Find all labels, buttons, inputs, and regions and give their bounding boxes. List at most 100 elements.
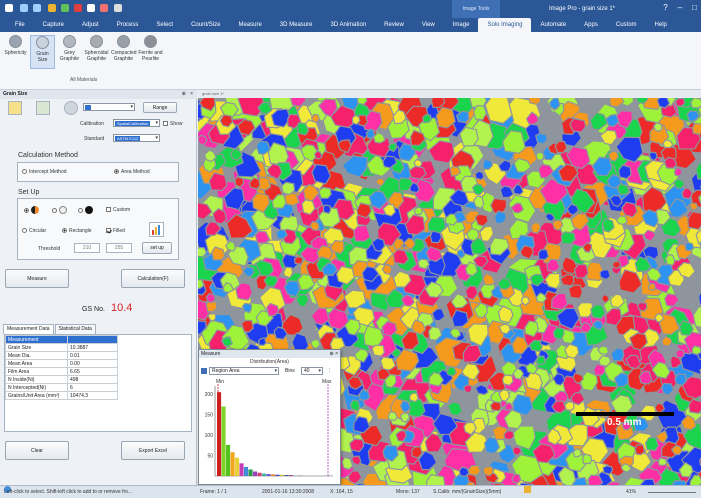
filled-checkbox[interactable]: Filled xyxy=(106,228,125,234)
grey-graphite-icon xyxy=(63,35,76,48)
table-row[interactable]: Mean Area 0.00 xyxy=(5,359,118,368)
save-icon[interactable] xyxy=(61,4,69,12)
bg-black-radio[interactable] xyxy=(78,206,93,214)
setup-button[interactable]: set up xyxy=(142,242,172,254)
custom-checkbox[interactable]: Custom xyxy=(106,207,130,213)
preset-dropdown[interactable]: ▾ xyxy=(83,103,135,111)
ribbon-tab-image[interactable]: Image xyxy=(444,18,479,32)
open-icon[interactable] xyxy=(48,4,56,12)
options-icon[interactable]: ⋮ xyxy=(327,368,332,374)
y-tick-label: 150 xyxy=(205,413,214,419)
ribbon-tab-custom[interactable]: Custom xyxy=(607,18,646,32)
histogram-bar xyxy=(289,475,294,476)
export-excel-button[interactable]: Export Excel xyxy=(121,441,185,460)
ribbon-tab-select[interactable]: Select xyxy=(147,18,182,32)
standard-dropdown[interactable]: ASTM E112 ▾ xyxy=(113,134,160,142)
close-panel-icon[interactable]: × xyxy=(190,91,193,97)
minimize-icon[interactable]: – xyxy=(678,3,682,12)
ribbon-tab-solo-imaging[interactable]: Solo Imaging xyxy=(478,18,532,32)
bins-dropdown[interactable]: 40 ▾ xyxy=(301,367,323,375)
min-label: Min xyxy=(216,379,224,385)
ribbon-tabs: File Capture Adjust Process Select Count/Size… xyxy=(0,18,701,32)
settings-gear-icon[interactable] xyxy=(64,101,78,115)
ribbon-compacted-graphite-button[interactable]: Compacted Graphite xyxy=(111,35,137,62)
range-button[interactable]: Range xyxy=(143,102,177,113)
pin-icon[interactable]: ⊕ xyxy=(182,91,186,97)
calculation-button[interactable]: Calculation(F) xyxy=(121,269,185,288)
ribbon-tab-review[interactable]: Review xyxy=(375,18,413,32)
pan-icon[interactable] xyxy=(524,486,531,493)
table-cell-value: 10474.3 xyxy=(67,391,118,400)
table-row[interactable]: N Inside(Ni) 498 xyxy=(5,375,118,384)
tab-statistical-data[interactable]: Statistical Data xyxy=(54,324,96,334)
image-select-icon[interactable] xyxy=(36,101,50,115)
ribbon-grey-graphite-button[interactable]: Grey Graphite xyxy=(57,35,82,62)
zoom-level: 41% xyxy=(626,489,637,495)
close-icon[interactable]: × xyxy=(335,351,338,357)
settings-icon[interactable] xyxy=(114,4,122,12)
pin-icon[interactable]: ⊕ xyxy=(329,351,333,357)
histogram-bar xyxy=(226,444,231,476)
table-row[interactable]: Mean Dia. 0.01 xyxy=(5,351,118,360)
ribbon-tab-3d-animation[interactable]: 3D Animation xyxy=(321,18,375,32)
ribbon-spheroidal-graphite-button[interactable]: Spheroidal Graphite xyxy=(84,35,109,62)
ribbon-ferrite-pearlite-button[interactable]: Ferrite and Pearlite xyxy=(138,35,163,62)
undo-icon[interactable] xyxy=(20,4,28,12)
feature-dropdown[interactable]: Region Area ▾ xyxy=(209,367,279,375)
bg-dark-radio[interactable] xyxy=(24,206,39,214)
histogram-icon[interactable] xyxy=(149,222,164,237)
ribbon-tab-measure[interactable]: Measure xyxy=(229,18,270,32)
help-icon[interactable]: ? xyxy=(663,3,667,12)
measure-button[interactable]: Measure xyxy=(5,269,69,288)
image-tab[interactable]: grain size 1* xyxy=(198,90,701,98)
ribbon-tab-3d-measure[interactable]: 3D Measure xyxy=(271,18,322,32)
intercept-method-radio[interactable]: Intercept Method xyxy=(22,169,67,175)
table-row[interactable]: N Intercepted(Ni) 6 xyxy=(5,383,118,392)
ribbon-tab-capture[interactable]: Capture xyxy=(34,18,73,32)
maximize-icon[interactable]: □ xyxy=(692,3,697,12)
threshold-low-input[interactable]: 210 xyxy=(74,243,100,253)
ribbon-sphericity-button[interactable]: Sphericity xyxy=(3,35,28,56)
histogram-window[interactable]: Measure ⊕ × Distribution(Area) Region Ar… xyxy=(198,349,341,485)
setup-title: Set Up xyxy=(18,189,40,196)
record-icon[interactable] xyxy=(74,4,82,12)
load-icon[interactable] xyxy=(8,101,22,115)
ribbon-tab-file[interactable]: File xyxy=(6,18,34,32)
circular-radio[interactable]: Circular xyxy=(22,228,46,234)
table-row[interactable]: Film Area 6.65 xyxy=(5,367,118,376)
ferrite-pearlite-icon xyxy=(144,35,157,48)
ribbon-tab-help[interactable]: Help xyxy=(646,18,676,32)
tab-measurement-data[interactable]: Measurement Data xyxy=(3,324,54,334)
ribbon-tab-automate[interactable]: Automate xyxy=(531,18,575,32)
threshold-high-input[interactable]: 255 xyxy=(106,243,132,253)
ribbon-tab-view[interactable]: View xyxy=(413,18,444,32)
macro-icon[interactable] xyxy=(100,4,108,12)
ribbon-button-label: Grey Graphite xyxy=(59,50,80,62)
ribbon-tab-adjust[interactable]: Adjust xyxy=(73,18,108,32)
ribbon-tab-process[interactable]: Process xyxy=(108,18,148,32)
bg-light-radio[interactable] xyxy=(52,206,67,214)
ribbon-grain-size-button[interactable]: Grain Size xyxy=(30,35,55,69)
area-method-radio[interactable]: Area Method xyxy=(114,169,150,175)
rectangle-radio[interactable]: Rectangle xyxy=(62,228,92,234)
show-checkbox[interactable]: Show xyxy=(163,121,183,127)
calibration-dropdown[interactable]: SpatialCalibration ▾ xyxy=(113,119,160,127)
histogram-bar xyxy=(262,473,267,476)
zoom-slider[interactable] xyxy=(648,492,696,493)
measurement-tabs: Measurement Data Statistical Data xyxy=(3,324,97,334)
table-row[interactable]: Grains/Unit Area (mm²) 10474.3 xyxy=(5,391,118,400)
clear-button[interactable]: Clear xyxy=(5,441,69,460)
histogram-bar xyxy=(257,472,262,476)
histogram-bar xyxy=(280,474,285,476)
scale-bar xyxy=(576,412,674,416)
table-row[interactable]: Measurement xyxy=(5,335,118,344)
table-cell-label: Mean Area xyxy=(5,359,68,368)
status-mono: Mono: 137 xyxy=(396,489,420,495)
table-row[interactable]: Grain Size 10.3887 xyxy=(5,343,118,352)
new-icon[interactable] xyxy=(87,4,95,12)
ribbon-tab-count-size[interactable]: Count/Size xyxy=(182,18,229,32)
ribbon-button-label: Grain Size xyxy=(36,51,49,63)
redo-icon[interactable] xyxy=(33,4,41,12)
panel-title: Grain Size xyxy=(0,90,197,99)
ribbon-tab-apps[interactable]: Apps xyxy=(575,18,607,32)
